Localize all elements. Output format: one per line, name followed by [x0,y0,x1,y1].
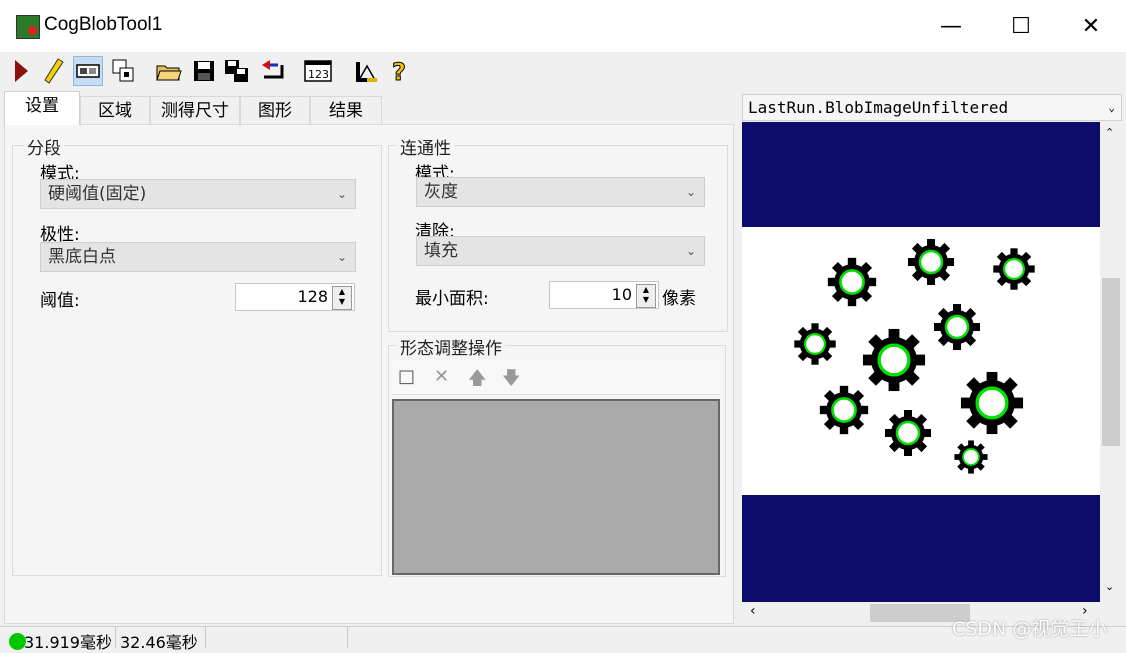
svg-text:123: 123 [308,68,329,81]
polarity-value: 黑底白点 [48,247,116,267]
vertical-scroll-thumb[interactable] [1102,278,1120,446]
run-time-label: 31.919毫秒 [24,633,112,652]
help-icon[interactable]: ? [385,56,415,86]
tab-region[interactable]: 区域 [80,96,150,124]
status-divider [347,627,348,648]
image-selector-value: LastRun.BlobImageUnfiltered [748,98,1009,117]
display-icon[interactable] [73,56,103,86]
min-area-input[interactable]: 10 ▲ ▼ [549,281,659,309]
status-divider [205,627,206,648]
scroll-up-icon[interactable]: ⌃ [1105,126,1114,139]
tab-settings[interactable]: 设置 [4,91,80,125]
segment-mode-value: 硬阈值(固定) [48,184,147,204]
chevron-down-icon: ⌄ [685,244,696,258]
electric-icon[interactable] [38,56,68,86]
clean-value: 填充 [424,241,458,261]
tab-graphics[interactable]: 图形 [240,96,310,124]
connectivity-mode-select[interactable]: 灰度 ⌄ [416,177,705,207]
clean-select[interactable]: 填充 ⌄ [416,236,705,266]
app-icon [16,15,40,39]
min-area-value: 10 [611,285,632,304]
chevron-down-icon: ⌄ [685,185,696,199]
scroll-left-icon[interactable]: ‹ [750,603,756,619]
vertical-scrollbar[interactable]: ⌃ ⌄ [1100,122,1122,602]
min-area-unit: 像素 [662,289,696,309]
chevron-down-icon: ⌄ [336,250,347,264]
morphology-list[interactable] [392,399,720,575]
segmentation-group-label: 分段 [24,134,64,159]
threshold-label: 阈值: [40,291,80,311]
morphology-group-label: 形态调整操作 [397,334,505,359]
watermark: CSDN @视觉王小 [952,618,1108,640]
window-title: CogBlobTool1 [44,14,163,35]
run-icon[interactable] [6,56,36,86]
delete-icon[interactable]: ✕ [434,366,449,387]
morphology-toolbar: □ ✕ 🡅 🡇 [392,360,720,395]
numeric-icon[interactable]: 123 [303,56,333,86]
threshold-input[interactable]: 128 ▲ ▼ [235,283,355,311]
save-as-icon[interactable] [222,56,252,86]
toolbar: 123 ? [0,52,1126,88]
threshold-stepper[interactable]: ▲ ▼ [332,286,352,310]
connectivity-mode-value: 灰度 [424,182,458,202]
maximize-button[interactable]: ☐ [986,0,1056,52]
min-area-label: 最小面积: [415,289,489,309]
open-icon[interactable] [154,56,184,86]
status-divider [115,627,116,648]
floating-icon[interactable] [108,56,138,86]
min-area-stepper[interactable]: ▲ ▼ [636,284,656,308]
chevron-down-icon: ⌄ [336,187,347,201]
close-button[interactable]: ✕ [1056,0,1126,52]
connectivity-group-label: 连通性 [397,134,454,159]
move-down-icon[interactable]: 🡇 [502,366,521,396]
scroll-down-icon[interactable]: ⌄ [1105,580,1114,593]
polarity-select[interactable]: 黑底白点 ⌄ [40,242,356,272]
measure-icon[interactable] [351,56,381,86]
tab-measurements[interactable]: 测得尺寸 [150,96,240,124]
move-up-icon[interactable]: 🡅 [468,366,487,396]
save-icon[interactable] [189,56,219,86]
svg-text:?: ? [392,58,406,84]
title-bar: CogBlobTool1 — ☐ ✕ [0,0,1126,52]
segmentation-group [12,145,382,576]
image-display[interactable] [742,122,1100,602]
minimize-button[interactable]: — [916,0,986,52]
add-operation-icon[interactable]: □ [398,366,415,387]
chevron-down-icon: ⌄ [1108,101,1115,114]
image-selector[interactable]: LastRun.BlobImageUnfiltered ⌄ [742,94,1122,121]
total-time-label: 32.46毫秒 [120,633,198,652]
tab-results[interactable]: 结果 [310,96,382,124]
threshold-value: 128 [297,287,328,306]
reset-icon[interactable] [258,56,288,86]
segment-mode-select[interactable]: 硬阈值(固定) ⌄ [40,179,356,209]
blob-image [742,122,1100,602]
